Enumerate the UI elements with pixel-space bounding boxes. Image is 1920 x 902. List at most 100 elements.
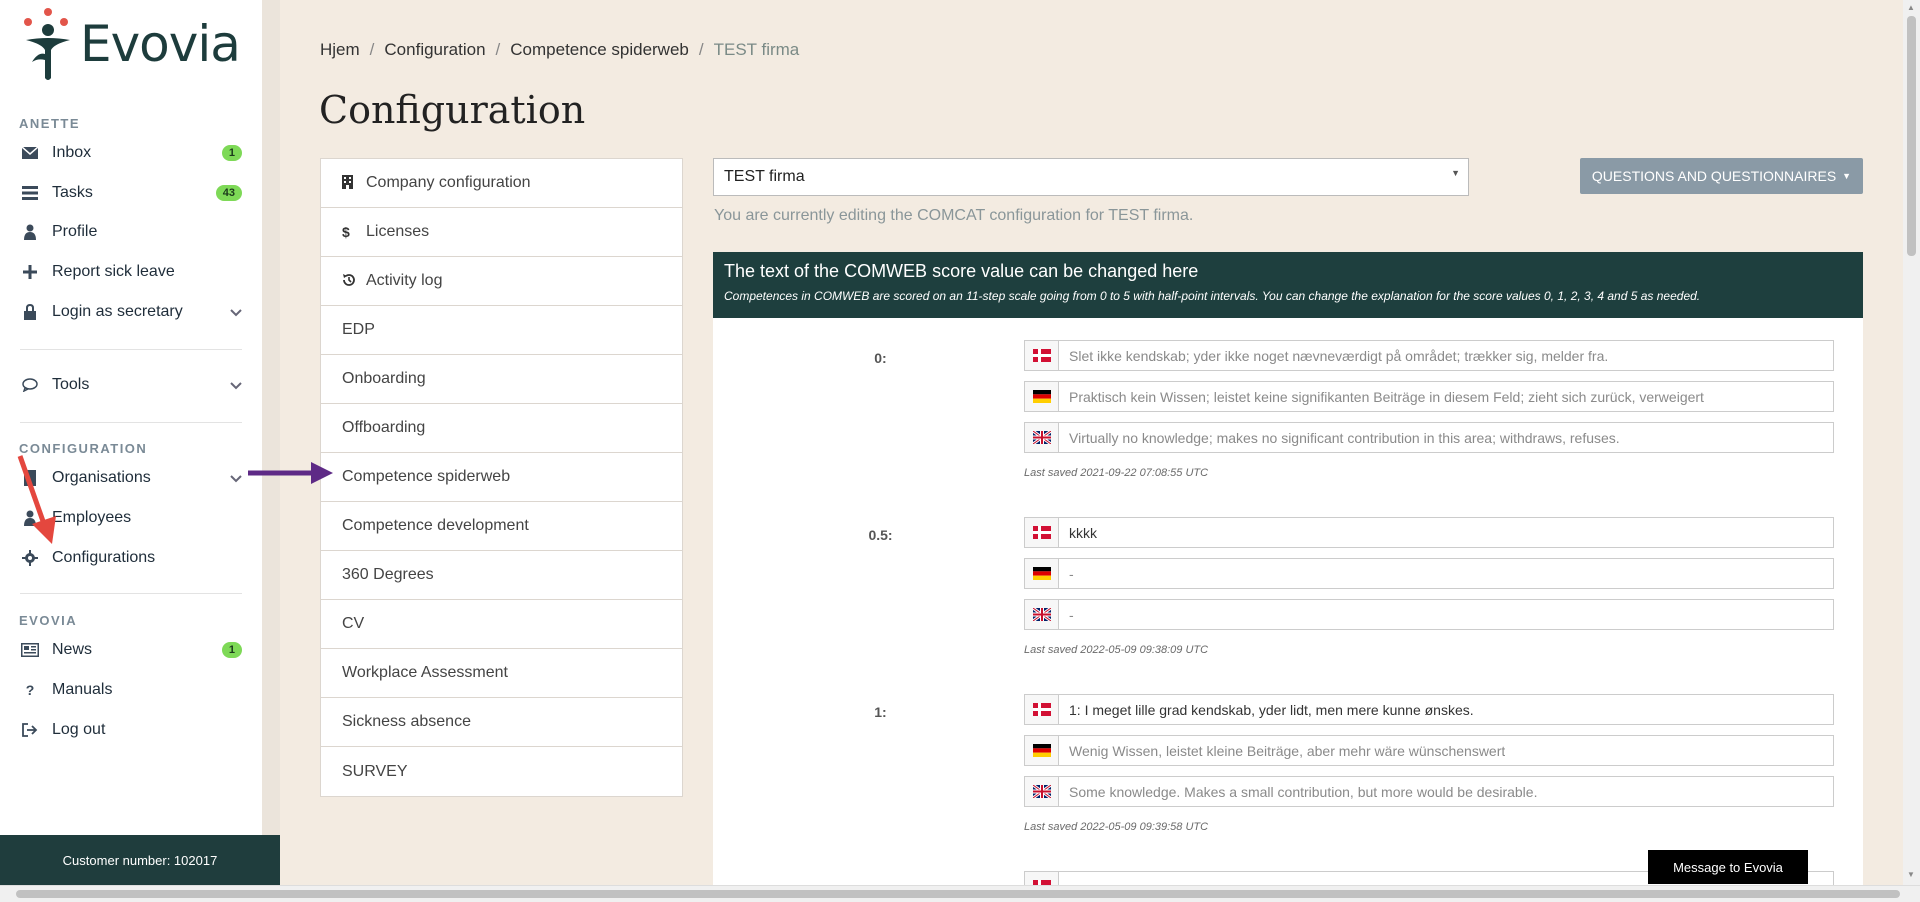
sidebar-item-label: Configurations bbox=[52, 549, 156, 566]
sidebar-item-label: Tools bbox=[52, 376, 90, 393]
list-icon bbox=[20, 183, 40, 203]
sidebar-item-login-as-secretary[interactable]: Login as secretary bbox=[20, 296, 242, 328]
section-heading-user: ANETTE bbox=[19, 116, 80, 131]
denmark-flag-icon bbox=[1025, 518, 1059, 547]
sidebar-item-tools[interactable]: Tools bbox=[20, 369, 242, 401]
score-text-input-german[interactable]: - bbox=[1024, 558, 1834, 589]
sidebar-item-configurations[interactable]: Configurations bbox=[20, 542, 242, 574]
score-text-value: - bbox=[1069, 606, 1074, 623]
config-nav-item-licenses[interactable]: $ Licenses bbox=[321, 208, 682, 257]
count-badge: 1 bbox=[221, 642, 242, 658]
breadcrumb: Hjem / Configuration / Competence spider… bbox=[320, 40, 799, 60]
breadcrumb-competence-spiderweb[interactable]: Competence spiderweb bbox=[510, 40, 689, 60]
germany-flag-icon bbox=[1025, 736, 1059, 765]
evovia-logo[interactable]: Evovia bbox=[18, 6, 241, 82]
score-text-input-english[interactable]: Virtually no knowledge; makes no signifi… bbox=[1024, 422, 1834, 453]
user-icon bbox=[20, 508, 40, 528]
plus-icon bbox=[20, 262, 40, 282]
config-nav-item-360-degrees[interactable]: 360 Degrees bbox=[321, 551, 682, 600]
chat-bubble-icon bbox=[20, 375, 40, 395]
sidebar-item-report-sick-leave[interactable]: Report sick leave bbox=[20, 256, 242, 288]
newspaper-icon bbox=[20, 640, 40, 660]
breadcrumb-separator: / bbox=[698, 40, 704, 59]
sidebar-divider bbox=[20, 422, 242, 423]
logout-icon bbox=[20, 720, 40, 740]
scrollbar-thumb[interactable] bbox=[1907, 16, 1916, 256]
score-text-input-english[interactable]: - bbox=[1024, 599, 1834, 630]
scrollbar-thumb[interactable] bbox=[16, 890, 1900, 898]
breadcrumb-home[interactable]: Hjem bbox=[320, 40, 360, 60]
sidebar-item-label: Log out bbox=[52, 721, 106, 738]
config-nav-item-competence-development[interactable]: Competence development bbox=[321, 502, 682, 551]
germany-flag-icon bbox=[1025, 382, 1059, 411]
uk-flag-icon bbox=[1025, 423, 1059, 452]
score-text-value: - bbox=[1069, 565, 1074, 582]
config-nav-item-onboarding[interactable]: Onboarding bbox=[321, 355, 682, 404]
sidebar-item-inbox[interactable]: Inbox 1 bbox=[20, 137, 242, 169]
config-nav-item-offboarding[interactable]: Offboarding bbox=[321, 404, 682, 453]
sidebar-divider bbox=[20, 349, 242, 350]
customer-number: Customer number: 102017 bbox=[0, 835, 280, 885]
config-nav-item-activity-log[interactable]: Activity log bbox=[321, 257, 682, 306]
config-nav: Company configuration $ Licenses Activit… bbox=[320, 158, 683, 797]
company-select[interactable]: TEST firma ▼ bbox=[713, 158, 1469, 196]
breadcrumb-separator: / bbox=[369, 40, 375, 59]
sidebar-item-label: Inbox bbox=[52, 144, 92, 161]
sidebar-item-label: Employees bbox=[52, 509, 132, 526]
chevron-down-icon[interactable] bbox=[230, 305, 242, 320]
config-nav-item-edp[interactable]: EDP bbox=[321, 306, 682, 355]
score-text-input-german[interactable]: Wenig Wissen, leistet kleine Beiträge, a… bbox=[1024, 735, 1834, 766]
scroll-up-icon[interactable]: ▲ bbox=[1907, 3, 1915, 12]
score-text-input-german[interactable]: Praktisch kein Wissen; leistet keine sig… bbox=[1024, 381, 1834, 412]
score-text-value: Slet ikke kendskab; yder ikke noget nævn… bbox=[1069, 347, 1609, 364]
sidebar-item-organisations[interactable]: Organisations bbox=[20, 462, 242, 494]
scroll-down-icon[interactable]: ▼ bbox=[1907, 870, 1915, 879]
score-text-input-english[interactable]: Some knowledge. Makes a small contributi… bbox=[1024, 776, 1834, 807]
uk-flag-icon bbox=[1025, 600, 1059, 629]
config-nav-label: Licenses bbox=[366, 223, 430, 240]
config-nav-item-survey[interactable]: SURVEY bbox=[321, 747, 682, 796]
building-icon bbox=[342, 174, 358, 192]
user-icon bbox=[20, 222, 40, 242]
question-icon: ? bbox=[25, 682, 35, 698]
config-nav-item-sickness-absence[interactable]: Sickness absence bbox=[321, 698, 682, 747]
sidebar-item-manuals[interactable]: ? Manuals bbox=[20, 674, 242, 706]
history-icon bbox=[342, 273, 358, 290]
score-text-input-danish[interactable]: 1: I meget lille grad kendskab, yder lid… bbox=[1024, 694, 1834, 725]
breadcrumb-configuration[interactable]: Configuration bbox=[384, 40, 485, 60]
chevron-down-icon[interactable] bbox=[230, 471, 242, 486]
horizontal-scrollbar[interactable] bbox=[0, 885, 1920, 902]
score-text-value: Praktisch kein Wissen; leistet keine sig… bbox=[1069, 388, 1704, 405]
score-text-value: Some knowledge. Makes a small contributi… bbox=[1069, 783, 1538, 800]
questions-and-questionnaires-button[interactable]: QUESTIONS AND QUESTIONNAIRES ▼ bbox=[1580, 158, 1863, 194]
caret-down-icon: ▼ bbox=[1451, 168, 1460, 178]
sidebar-item-employees[interactable]: Employees bbox=[20, 502, 242, 534]
chevron-down-icon[interactable] bbox=[230, 378, 242, 393]
score-text-input-danish[interactable]: Slet ikke kendskab; yder ikke noget nævn… bbox=[1024, 340, 1834, 371]
gear-icon bbox=[20, 548, 40, 568]
config-nav-item-company-configuration[interactable]: Company configuration bbox=[321, 159, 682, 208]
score-label: 0: bbox=[874, 350, 887, 366]
config-nav-item-cv[interactable]: CV bbox=[321, 600, 682, 649]
last-saved: Last saved 2022-05-09 09:39:58 UTC bbox=[1024, 821, 1209, 833]
sidebar-item-news[interactable]: News 1 bbox=[20, 634, 242, 666]
caret-down-icon: ▼ bbox=[1842, 171, 1852, 181]
germany-flag-icon bbox=[1025, 559, 1059, 588]
config-nav-item-workplace-assessment[interactable]: Workplace Assessment bbox=[321, 649, 682, 698]
vertical-scrollbar[interactable]: ▲ ▼ bbox=[1903, 0, 1920, 885]
message-to-evovia-button[interactable]: Message to Evovia bbox=[1648, 850, 1808, 884]
score-text-input-danish[interactable]: kkkk bbox=[1024, 517, 1834, 548]
sidebar-item-profile[interactable]: Profile bbox=[20, 216, 242, 248]
score-text-value: Virtually no knowledge; makes no signifi… bbox=[1069, 429, 1620, 446]
dollar-icon: $ bbox=[342, 224, 350, 240]
sidebar-edge bbox=[262, 0, 280, 902]
panel-subtitle: Competences in COMWEB are scored on an 1… bbox=[724, 289, 1701, 303]
uk-flag-icon bbox=[1025, 777, 1059, 806]
config-nav-label: Activity log bbox=[366, 272, 443, 289]
config-nav-item-competence-spiderweb[interactable]: Competence spiderweb bbox=[321, 453, 682, 502]
sidebar-divider bbox=[20, 593, 242, 594]
evovia-logo-mark-icon bbox=[18, 6, 74, 82]
sidebar-item-log-out[interactable]: Log out bbox=[20, 714, 242, 746]
config-nav-label: Sickness absence bbox=[342, 713, 471, 730]
sidebar-item-tasks[interactable]: Tasks 43 bbox=[20, 177, 242, 209]
